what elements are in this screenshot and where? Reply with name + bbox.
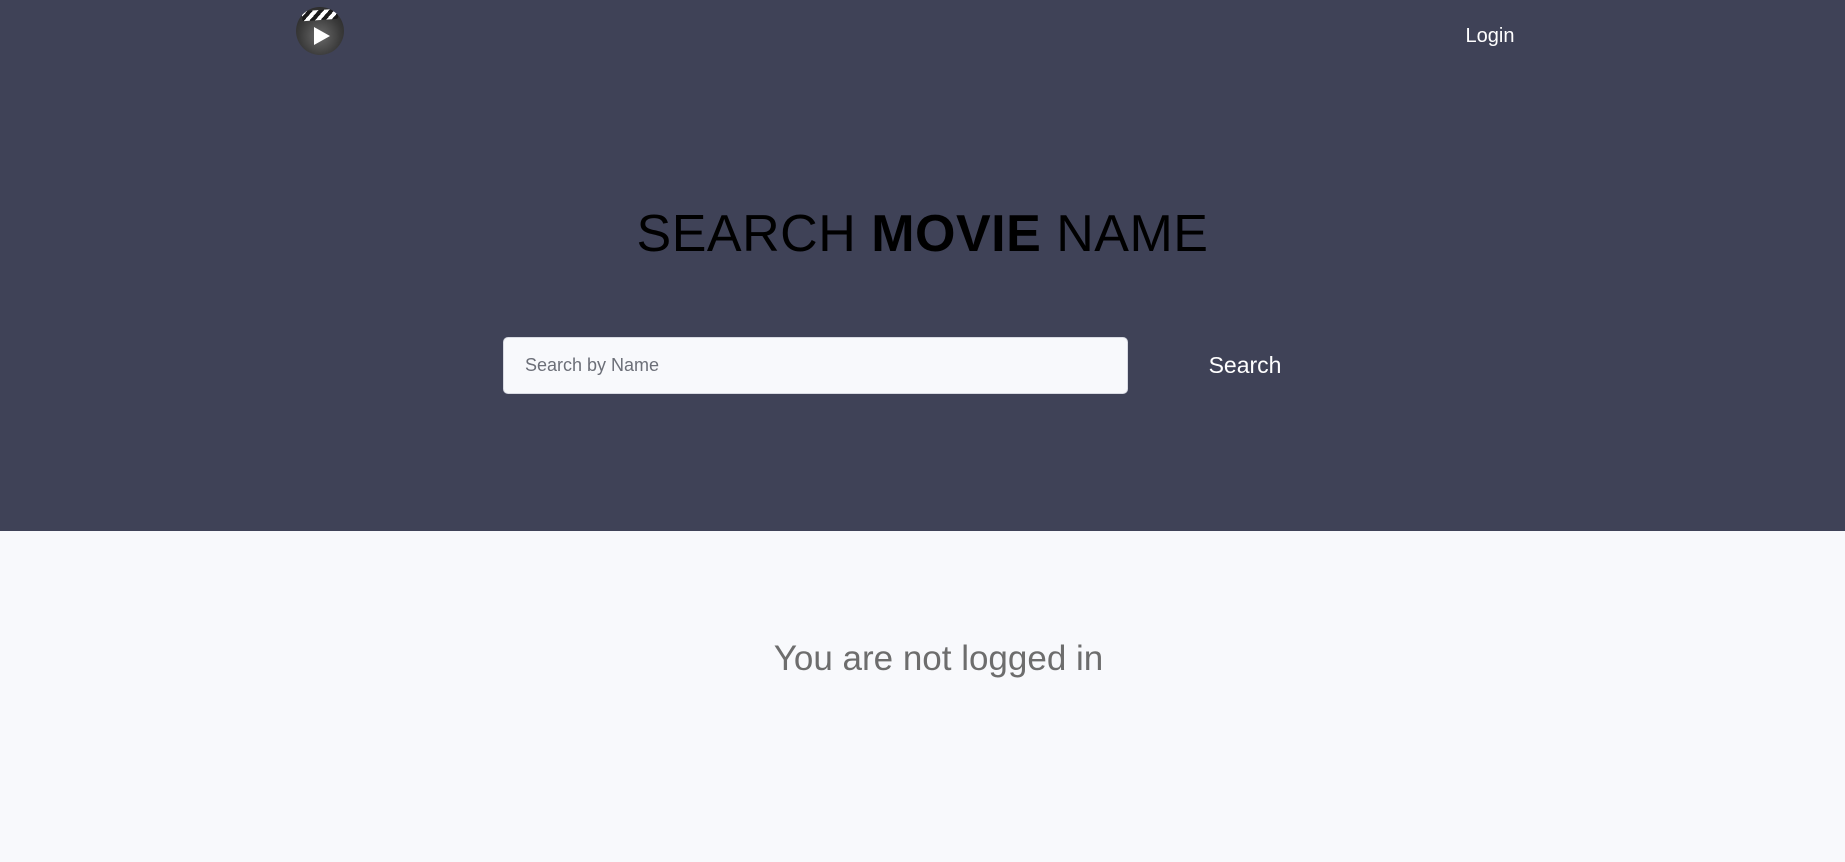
page-title: SEARCH MOVIE NAME (0, 202, 1845, 266)
not-logged-in-message: You are not logged in (773, 639, 1104, 678)
title-prefix: SEARCH (636, 205, 872, 263)
title-suffix: NAME (1041, 205, 1209, 263)
clapperboard-icon (301, 8, 339, 22)
hero-section: Login SEARCH MOVIE NAME Search (0, 0, 1845, 531)
search-input[interactable] (503, 337, 1128, 394)
title-emphasis: MOVIE (871, 205, 1042, 263)
play-icon (314, 27, 330, 45)
search-button[interactable]: Search (1190, 337, 1300, 394)
login-link[interactable]: Login (1440, 22, 1540, 50)
movie-logo-icon[interactable] (296, 7, 344, 55)
